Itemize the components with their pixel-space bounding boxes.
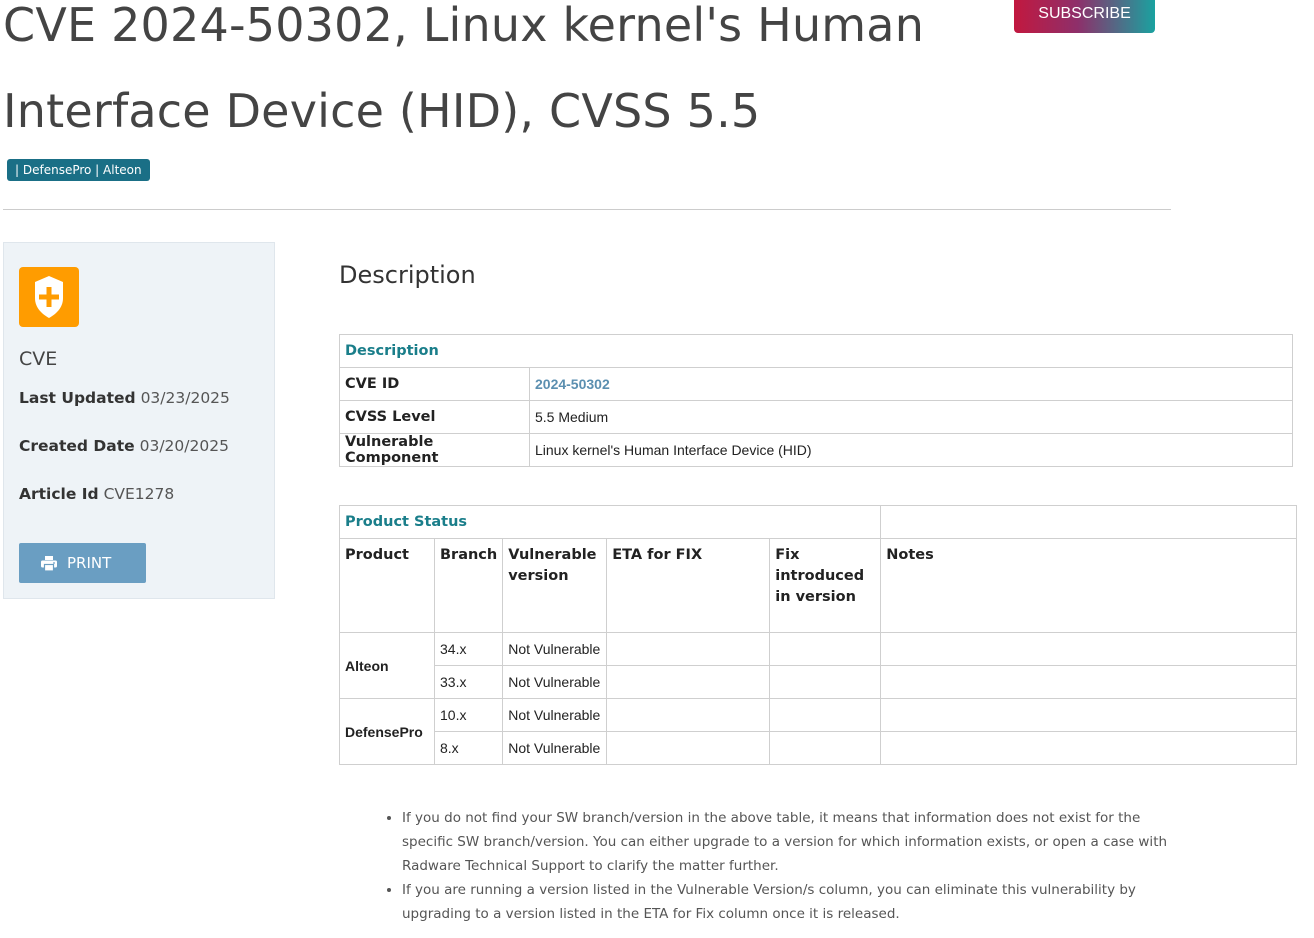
cve-id-link[interactable]: 2024-50302 <box>529 367 1293 401</box>
created-date: Created Date 03/20/2025 <box>19 437 229 455</box>
vulnerable-component-value: Linux kernel's Human Interface Device (H… <box>529 433 1293 467</box>
description-heading: Description <box>339 261 476 289</box>
column-header: Vulnerable version <box>502 538 608 633</box>
list-item: If you do not find your SW branch/versio… <box>402 806 1184 878</box>
subscribe-button[interactable]: SUBSCRIBE <box>1014 0 1155 33</box>
article-id: Article Id CVE1278 <box>19 485 174 503</box>
branch-cell: 8.x <box>433 731 504 765</box>
article-info-sidebar: CVE Last Updated 03/23/2025 Created Date… <box>3 242 275 599</box>
created-date-label: Created Date <box>19 437 135 455</box>
cvss-level-value: 5.5 Medium <box>529 400 1293 434</box>
eta-cell <box>606 698 771 732</box>
cve-id-label: CVE ID <box>339 367 530 401</box>
created-date-value: 03/20/2025 <box>139 437 229 455</box>
table-row: CVE ID 2024-50302 <box>339 367 1293 401</box>
column-header: Notes <box>880 538 1297 633</box>
vulnerable-cell: Not Vulnerable <box>502 632 608 666</box>
cvss-level-label: CVSS Level <box>339 400 530 434</box>
header-divider <box>3 209 1171 210</box>
vulnerable-component-label: Vulnerable Component <box>339 433 530 467</box>
list-item: If you are running a version listed in t… <box>402 878 1184 926</box>
vulnerable-cell: Not Vulnerable <box>502 665 608 699</box>
article-id-label: Article Id <box>19 485 99 503</box>
page-title: CVE 2024-50302, Linux kernel's Human Int… <box>3 0 925 138</box>
table-header-row: Product Branch Vulnerable version ETA fo… <box>339 538 1297 633</box>
print-button[interactable]: PRINT <box>19 543 146 583</box>
notes-list: If you do not find your SW branch/versio… <box>384 806 1184 926</box>
column-header: Fix introduced in version <box>769 538 882 633</box>
eta-cell <box>606 665 771 699</box>
column-header: ETA for FIX <box>606 538 771 633</box>
last-updated-value: 03/23/2025 <box>140 389 230 407</box>
branch-cell: 34.x <box>433 632 504 666</box>
article-id-value: CVE1278 <box>103 485 175 503</box>
table-row: Vulnerable Component Linux kernel's Huma… <box>339 433 1293 467</box>
table-cell <box>880 505 1297 539</box>
print-label: PRINT <box>67 554 112 572</box>
notes-cell <box>880 731 1297 765</box>
last-updated: Last Updated 03/23/2025 <box>19 389 230 407</box>
last-updated-label: Last Updated <box>19 389 136 407</box>
product-tags-badge[interactable]: | DefensePro | Alteon <box>7 159 150 181</box>
table-row: 8.x Not Vulnerable <box>340 731 1297 765</box>
fix-cell <box>769 632 882 666</box>
column-header: Branch <box>433 538 504 633</box>
notes-cell <box>880 632 1297 666</box>
description-table-header: Description <box>339 334 1293 368</box>
table-row: 33.x Not Vulnerable <box>340 665 1297 699</box>
table-row: DefensePro 10.x Not Vulnerable <box>339 698 1297 765</box>
shield-plus-icon <box>19 267 79 327</box>
printer-icon <box>41 556 57 572</box>
product-status-header: Product Status <box>338 505 882 539</box>
table-row: CVSS Level 5.5 Medium <box>339 400 1293 434</box>
eta-cell <box>606 731 771 765</box>
notes-cell <box>880 698 1297 732</box>
vulnerable-cell: Not Vulnerable <box>502 731 608 765</box>
product-name: Alteon <box>339 632 435 699</box>
fix-cell <box>769 731 882 765</box>
fix-cell <box>769 665 882 699</box>
product-status-table: Product Status Product Branch Vulnerable… <box>338 505 1297 765</box>
table-row: Description <box>339 334 1293 368</box>
notes-cell <box>880 665 1297 699</box>
eta-cell <box>606 632 771 666</box>
table-row: Alteon 34.x Not Vulnerable <box>339 632 1297 699</box>
fix-cell <box>769 698 882 732</box>
branch-cell: 33.x <box>433 665 504 699</box>
vulnerable-cell: Not Vulnerable <box>502 698 608 732</box>
column-header: Product <box>339 538 435 633</box>
table-row: Product Status <box>338 505 1297 539</box>
article-type: CVE <box>19 348 58 370</box>
description-table: Description CVE ID 2024-50302 CVSS Level… <box>339 334 1293 467</box>
branch-cell: 10.x <box>433 698 504 732</box>
product-name: DefensePro <box>339 698 435 765</box>
